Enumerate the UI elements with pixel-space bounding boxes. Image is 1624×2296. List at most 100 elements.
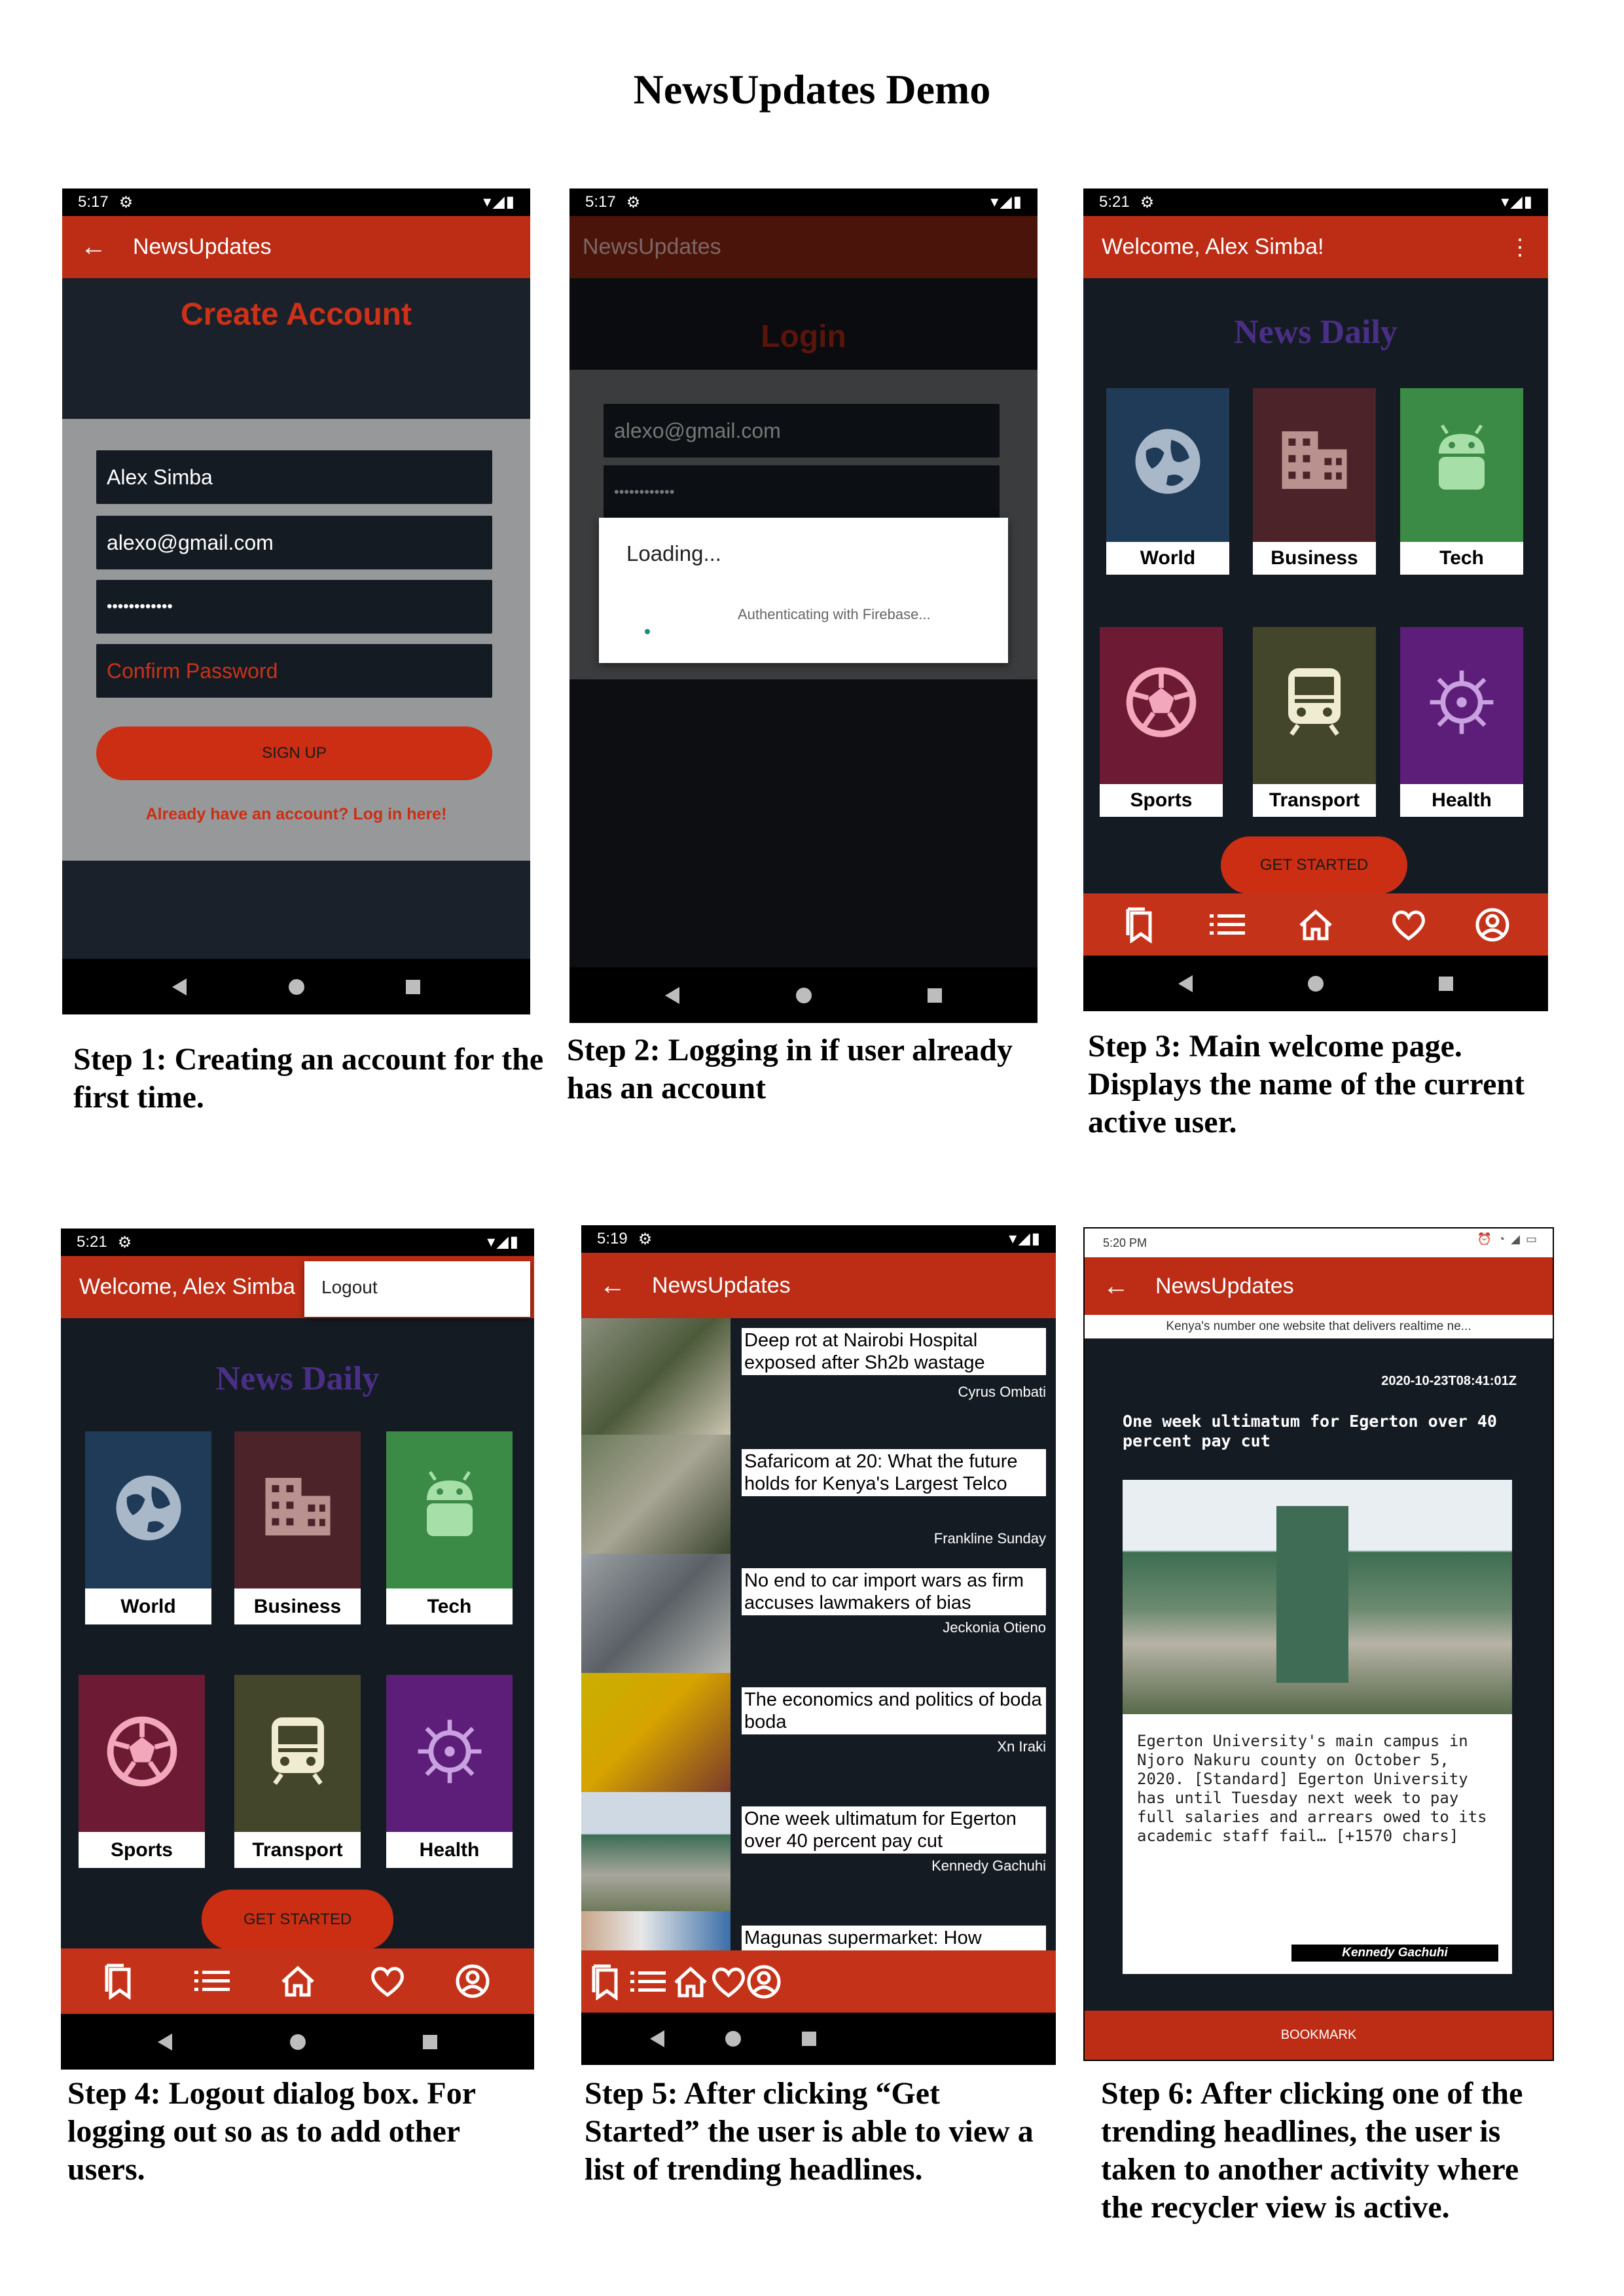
news-list-item[interactable]: The economics and politics of boda boda … bbox=[581, 1673, 1056, 1792]
app-title: NewsUpdates bbox=[583, 234, 721, 259]
favorite-heart-icon[interactable] bbox=[1391, 908, 1426, 941]
settings-gear-icon: ⚙ bbox=[626, 193, 641, 211]
recents-nav-icon[interactable] bbox=[422, 2034, 437, 2049]
home-nav-icon[interactable] bbox=[725, 2031, 741, 2047]
name-field[interactable]: Alex Simba bbox=[96, 450, 492, 504]
password-field[interactable]: •••••••••••• bbox=[604, 465, 1000, 519]
system-nav-bar bbox=[581, 2013, 1056, 2065]
back-arrow-icon[interactable]: ← bbox=[81, 232, 120, 262]
confirm-password-field[interactable]: Confirm Password bbox=[96, 644, 492, 698]
login-link[interactable]: Already have an account? Log in here! bbox=[62, 805, 530, 824]
recents-nav-icon[interactable] bbox=[406, 979, 421, 994]
article-author: Cyrus Ombati bbox=[958, 1384, 1046, 1400]
caption-step-4: Step 4: Logout dialog box. For logging o… bbox=[67, 2076, 476, 2187]
news-list-item[interactable]: One week ultimatum for Egerton over 40 p… bbox=[581, 1792, 1056, 1911]
bookmarks-icon[interactable] bbox=[588, 1964, 621, 2000]
category-health[interactable]: Health bbox=[1400, 627, 1523, 817]
article-headline: Magunas supermarket: How bbox=[742, 1926, 1046, 1950]
category-tech[interactable]: Tech bbox=[1400, 388, 1523, 575]
app-bar: Welcome, Alex Simba! ⋮ bbox=[1083, 216, 1548, 278]
home-nav-icon[interactable] bbox=[795, 987, 812, 1003]
get-started-button[interactable]: GET STARTED bbox=[202, 1890, 393, 1950]
news-list-item[interactable]: Deep rot at Nairobi Hospital exposed aft… bbox=[581, 1318, 1056, 1435]
account-circle-icon[interactable] bbox=[746, 1964, 782, 2000]
category-label: World bbox=[85, 1588, 211, 1624]
screen-create-account: 5:17 ⚙ ▾◢▮ ← NewsUpdates Create Account … bbox=[62, 188, 530, 1014]
category-tech[interactable]: Tech bbox=[386, 1431, 513, 1624]
list-icon[interactable] bbox=[194, 1968, 230, 1994]
category-transport[interactable]: Transport bbox=[234, 1675, 361, 1868]
back-nav-icon[interactable] bbox=[1178, 975, 1193, 992]
screen-logout-menu: 5:21 ⚙ ▾◢▮ Welcome, Alex Simba Logout Ne… bbox=[61, 1229, 534, 2070]
tagline-bar: Kenya's number one website that delivers… bbox=[1085, 1315, 1553, 1338]
category-transport[interactable]: Transport bbox=[1253, 627, 1376, 817]
category-business[interactable]: Business bbox=[234, 1431, 361, 1624]
category-label: Tech bbox=[386, 1588, 513, 1624]
news-list-item[interactable]: Safaricom at 20: What the future holds f… bbox=[581, 1435, 1056, 1554]
home-nav-icon[interactable] bbox=[289, 2034, 306, 2050]
sign-up-button[interactable]: SIGN UP bbox=[96, 726, 492, 780]
app-bar: NewsUpdates bbox=[569, 216, 1038, 278]
home-icon[interactable] bbox=[673, 1965, 708, 1998]
get-started-button[interactable]: GET STARTED bbox=[1221, 836, 1407, 894]
category-label: Transport bbox=[1253, 784, 1376, 817]
logout-menu-item[interactable]: Logout bbox=[321, 1277, 378, 1298]
article-author: Kennedy Gachuhi bbox=[931, 1857, 1046, 1874]
overflow-menu-icon[interactable]: ⋮ bbox=[1509, 234, 1531, 260]
favorite-heart-icon[interactable] bbox=[370, 1965, 405, 1998]
account-circle-icon[interactable] bbox=[1475, 907, 1510, 942]
category-health[interactable]: Health bbox=[386, 1675, 513, 1868]
published-date: 2020-10-23T08:41:01Z bbox=[1381, 1374, 1517, 1388]
news-list-item[interactable]: Magunas supermarket: How bbox=[581, 1911, 1056, 1950]
category-label: Sports bbox=[1100, 784, 1223, 817]
article-thumbnail bbox=[581, 1554, 731, 1673]
email-field[interactable]: alexo@gmail.com bbox=[96, 516, 492, 569]
account-circle-icon[interactable] bbox=[455, 1964, 490, 1999]
category-world[interactable]: World bbox=[1106, 388, 1229, 575]
back-nav-icon[interactable] bbox=[650, 2030, 664, 2047]
recents-nav-icon[interactable] bbox=[802, 2032, 816, 2046]
back-arrow-icon[interactable]: ← bbox=[1103, 1272, 1142, 1301]
list-icon[interactable] bbox=[630, 1969, 666, 1995]
category-sports[interactable]: Sports bbox=[1100, 627, 1223, 817]
email-field[interactable]: alexo@gmail.com bbox=[604, 404, 1000, 457]
category-label: Business bbox=[1253, 542, 1376, 575]
category-sports[interactable]: Sports bbox=[79, 1675, 205, 1868]
world-tile-bg bbox=[1106, 388, 1229, 542]
bookmarks-icon[interactable] bbox=[101, 1963, 134, 2000]
password-field[interactable]: •••••••••••• bbox=[96, 580, 492, 634]
building-icon bbox=[265, 1478, 331, 1535]
transport-tile-bg bbox=[234, 1675, 361, 1832]
back-nav-icon[interactable] bbox=[665, 986, 680, 1004]
back-arrow-icon[interactable]: ← bbox=[600, 1271, 639, 1300]
category-world[interactable]: World bbox=[85, 1431, 211, 1624]
welcome-title: Welcome, Alex Simba bbox=[79, 1274, 296, 1299]
article-thumbnail bbox=[581, 1673, 731, 1792]
category-label: Transport bbox=[234, 1832, 361, 1868]
screen-headlines: 5:19 ⚙ ▾◢▮ ← NewsUpdates Deep rot at Nai… bbox=[581, 1225, 1056, 2065]
recents-nav-icon[interactable] bbox=[927, 988, 942, 1003]
bottom-navigation bbox=[61, 1948, 534, 2014]
back-nav-icon[interactable] bbox=[171, 978, 187, 996]
category-business[interactable]: Business bbox=[1253, 388, 1376, 575]
article-thumbnail bbox=[581, 1435, 731, 1554]
home-nav-icon[interactable] bbox=[1308, 975, 1324, 992]
home-icon[interactable] bbox=[1298, 908, 1333, 941]
bookmark-button[interactable]: BOOKMARK bbox=[1085, 2011, 1553, 2060]
home-nav-icon[interactable] bbox=[288, 978, 304, 995]
recents-nav-icon[interactable] bbox=[1438, 976, 1453, 991]
news-list-item[interactable]: No end to car import wars as firm accuse… bbox=[581, 1554, 1056, 1673]
home-icon[interactable] bbox=[280, 1965, 316, 1998]
create-account-heading: Create Account bbox=[181, 297, 412, 332]
category-label: Health bbox=[386, 1832, 513, 1868]
login-heading: Login bbox=[761, 319, 846, 354]
heading-area: Create Account bbox=[62, 278, 530, 419]
bookmarks-icon[interactable] bbox=[1123, 906, 1155, 943]
app-title: NewsUpdates bbox=[1155, 1273, 1294, 1299]
lower-area bbox=[569, 679, 1038, 967]
caption-step-2: Step 2: Logging in if user already has a… bbox=[567, 1033, 1013, 1105]
favorite-heart-icon[interactable] bbox=[711, 1965, 746, 1998]
list-icon[interactable] bbox=[1210, 912, 1246, 938]
screen-login: 5:17 ⚙ ▾◢▮ NewsUpdates Login alexo@gmail… bbox=[569, 188, 1038, 1023]
back-nav-icon[interactable] bbox=[158, 2033, 173, 2051]
